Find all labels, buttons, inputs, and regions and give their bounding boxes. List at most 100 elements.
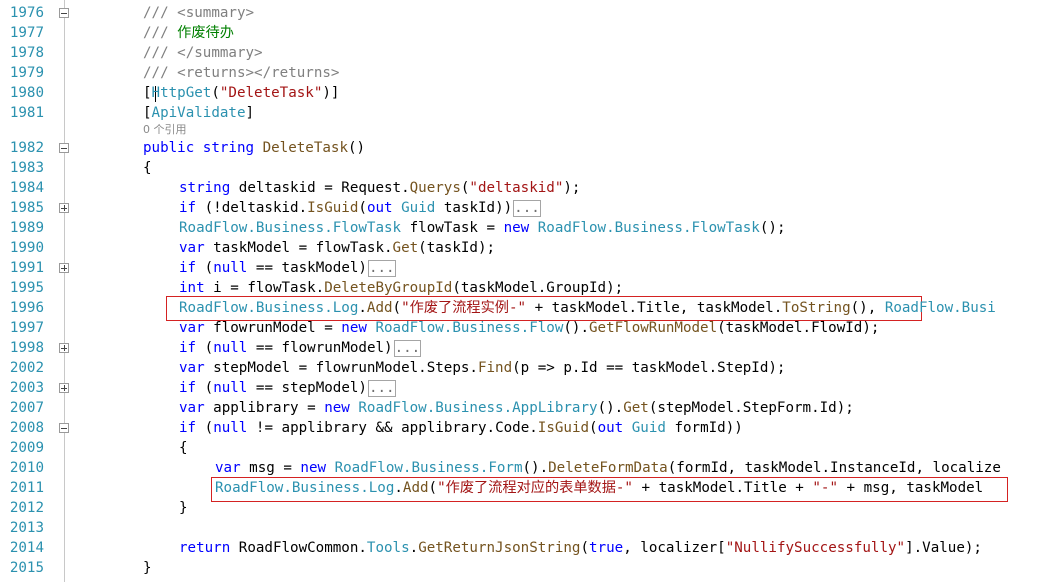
collapsed-block-button[interactable]: ...	[393, 340, 422, 357]
code-content[interactable]: }	[143, 558, 152, 578]
code-line[interactable]: 1997 var flowrunModel = new RoadFlow.Busi…	[0, 318, 1040, 338]
code-content[interactable]: var stepModel = flowrunModel.Steps.Find(…	[179, 358, 785, 378]
code-content[interactable]: var applibrary = new RoadFlow.Business.A…	[179, 398, 854, 418]
keyword: var	[215, 460, 241, 476]
line-number: 1979	[9, 65, 44, 81]
method-name: DeleteFormData	[548, 460, 668, 476]
code-line[interactable]: 2009 {	[0, 438, 1040, 458]
code-line[interactable]: 1991 if (null == taskModel)...	[0, 258, 1040, 278]
code-content[interactable]: [HttpGet("DeleteTask")]	[143, 83, 339, 103]
code-content[interactable]: var msg = new RoadFlow.Business.Form().D…	[215, 458, 1001, 478]
code-content[interactable]: RoadFlow.Business.Log.Add("作废了流程对应的表单数据-…	[215, 478, 983, 498]
expand-icon[interactable]	[59, 203, 69, 213]
line-number: 2003	[9, 380, 44, 396]
code-text: .	[409, 540, 419, 556]
code-line[interactable]: 1990 var taskModel = flowTask.Get(taskId)…	[0, 238, 1040, 258]
code-line[interactable]: 1979 /// <returns></returns>	[0, 63, 1040, 83]
method-name: GetReturnJsonString	[418, 540, 581, 556]
expand-icon[interactable]	[59, 343, 69, 353]
expand-icon[interactable]	[59, 383, 69, 393]
keyword: var	[179, 320, 205, 336]
method-name: IsGuid	[307, 200, 359, 216]
code-text: == taskModel)	[247, 260, 367, 276]
code-line[interactable]: 1995 int i = flowTask.DeleteByGroupId(tas…	[0, 278, 1040, 298]
code-editor[interactable]: 0 个引用 1976 /// <summary> 1977 /// 作废待办 1978 /…	[0, 0, 1040, 582]
code-line[interactable]: 1984 string deltaskid = Request.Querys("d…	[0, 178, 1040, 198]
code-content[interactable]: int i = flowTask.DeleteByGroupId(taskMod…	[179, 278, 623, 298]
code-line[interactable]: 1980 [HttpGet("DeleteTask")]	[0, 83, 1040, 103]
code-content[interactable]: var flowrunModel = new RoadFlow.Business…	[179, 318, 879, 338]
keyword: return	[179, 540, 231, 556]
code-content[interactable]: string deltaskid = Request.Querys("delta…	[179, 178, 580, 198]
keyword: new	[503, 220, 530, 236]
code-line[interactable]: 1996 RoadFlow.Business.Log.Add("作废了流程实例-"…	[0, 298, 1040, 318]
code-line[interactable]: 1998 if (null == flowrunModel)...	[0, 338, 1040, 358]
line-number: 1982	[9, 140, 44, 156]
collapsed-block-button[interactable]: ...	[367, 260, 396, 277]
collapsed-block-button[interactable]: ...	[513, 200, 541, 217]
doc-comment: /// <returns></returns>	[143, 65, 340, 81]
code-content[interactable]: /// <returns></returns>	[143, 63, 339, 83]
code-line[interactable]: 2007 var applibrary = new RoadFlow.Busine…	[0, 398, 1040, 418]
expand-icon[interactable]	[59, 263, 69, 273]
code-text: .	[358, 300, 367, 316]
code-content[interactable]: /// 作废待办	[143, 23, 234, 43]
code-content[interactable]: if (null == stepModel)...	[179, 378, 396, 398]
code-line[interactable]: 1977 /// 作废待办	[0, 23, 1040, 43]
comment-text: 作废待办	[177, 25, 234, 41]
code-line[interactable]: 1976 /// <summary>	[0, 3, 1040, 23]
code-line[interactable]: 1985 if (!deltaskid.IsGuid(out Guid taskI…	[0, 198, 1040, 218]
string-literal: "作废了流程对应的表单数据-"	[437, 480, 633, 496]
method-name: ToString	[782, 300, 851, 316]
doc-comment: ///	[143, 25, 178, 41]
code-content[interactable]: RoadFlow.Business.Log.Add("作废了流程实例-" + t…	[179, 298, 996, 318]
line-number: 2010	[9, 460, 44, 476]
code-content[interactable]: public string DeleteTask()	[143, 138, 365, 158]
keyword: new	[324, 400, 350, 416]
code-content[interactable]: /// <summary>	[143, 3, 254, 23]
code-content[interactable]: [ApiValidate]	[143, 103, 254, 123]
collapse-icon[interactable]	[59, 8, 69, 18]
collapsed-block-button[interactable]: ...	[367, 380, 396, 397]
code-line[interactable]: 1989 RoadFlow.Business.FlowTask flowTask …	[0, 218, 1040, 238]
code-content[interactable]: var taskModel = flowTask.Get(taskId);	[179, 238, 495, 258]
code-content[interactable]: if (null != applibrary && applibrary.Cod…	[179, 418, 743, 438]
collapse-icon[interactable]	[59, 143, 69, 153]
method-name: Get	[623, 400, 649, 416]
code-content[interactable]: /// </summary>	[143, 43, 263, 63]
code-text: .	[394, 480, 403, 496]
code-text: + taskModel.Title, taskModel.	[526, 300, 783, 316]
code-content[interactable]: {	[179, 438, 188, 458]
code-text: formId))	[665, 420, 743, 436]
code-line[interactable]: 2010 var msg = new RoadFlow.Business.Form…	[0, 458, 1040, 478]
code-text: [	[143, 105, 152, 121]
line-number: 1997	[9, 320, 44, 336]
code-content[interactable]: if (null == flowrunModel)...	[179, 338, 422, 358]
code-text: ().	[597, 400, 624, 416]
code-line[interactable]: 2003 if (null == stepModel)...	[0, 378, 1040, 398]
code-line[interactable]: 2014 return RoadFlowCommon.Tools.GetRetur…	[0, 538, 1040, 558]
code-line[interactable]: 2012}	[0, 498, 1040, 518]
code-text: taskModel = flowTask.	[204, 240, 393, 256]
code-content[interactable]: RoadFlow.Business.FlowTask flowTask = ne…	[179, 218, 785, 238]
code-line[interactable]: 2015}	[0, 558, 1040, 578]
code-line[interactable]: 2011 RoadFlow.Business.Log.Add("作废了流程对应的表…	[0, 478, 1040, 498]
codelens-references[interactable]: 0 个引用	[143, 123, 187, 137]
code-content[interactable]: {	[143, 158, 152, 178]
code-content[interactable]: }	[179, 498, 188, 518]
code-line[interactable]: 1982 public string DeleteTask()	[0, 138, 1040, 158]
code-line[interactable]: 2002 var stepModel = flowrunModel.Steps.F…	[0, 358, 1040, 378]
code-line[interactable]: 1981 [ApiValidate]	[0, 103, 1040, 123]
collapse-icon[interactable]	[59, 423, 69, 433]
line-number: 1998	[9, 340, 44, 356]
type-name: RoadFlow.Business.Form	[334, 460, 523, 476]
code-content[interactable]: if (!deltaskid.IsGuid(out Guid taskId)).…	[179, 198, 541, 218]
code-line[interactable]: 2013	[0, 518, 1040, 538]
code-content[interactable]: return RoadFlowCommon.Tools.GetReturnJso…	[179, 538, 982, 558]
code-line[interactable]: 1983 {	[0, 158, 1040, 178]
code-text: (	[196, 420, 214, 436]
type-name: RoadFlow.Business.Flow	[375, 320, 564, 336]
code-content[interactable]: if (null == taskModel)...	[179, 258, 396, 278]
code-line[interactable]: 2008 if (null != applibrary && applibrary…	[0, 418, 1040, 438]
code-line[interactable]: 1978 /// </summary>	[0, 43, 1040, 63]
